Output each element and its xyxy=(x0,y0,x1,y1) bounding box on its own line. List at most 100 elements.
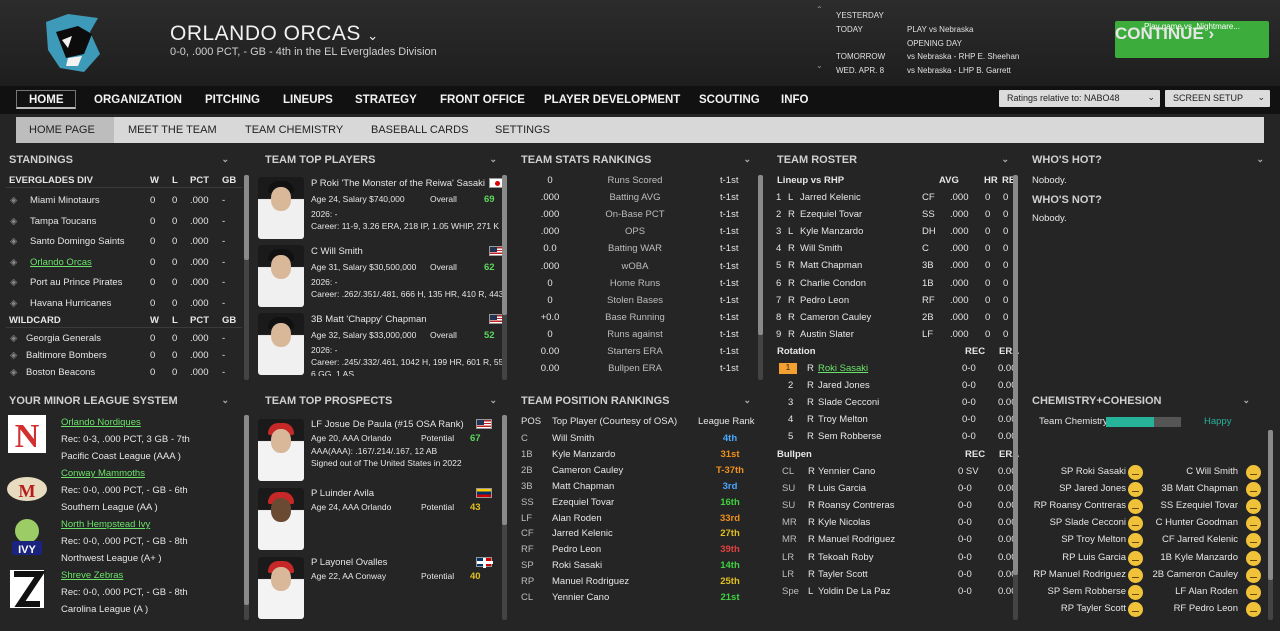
chevron-down-icon[interactable]: ⌄ xyxy=(816,62,823,70)
player-link[interactable]: Matt Chapman xyxy=(552,481,614,492)
player-link[interactable]: Kyle Manzardo xyxy=(552,449,615,460)
player-link[interactable]: Jarred Kelenic xyxy=(800,192,861,203)
subnav-meet-the-team[interactable]: MEET THE TEAM xyxy=(128,124,217,136)
chevron-down-icon[interactable]: ⌄ xyxy=(1001,154,1009,165)
zebras-logo[interactable] xyxy=(6,568,48,610)
pitcher-link[interactable]: Yennier Cano xyxy=(818,466,875,477)
player-link[interactable]: Kyle Manzardo xyxy=(800,226,863,237)
standings-scrollbar[interactable] xyxy=(244,175,249,380)
pitcher-link[interactable]: Troy Melton xyxy=(818,414,868,425)
player-link[interactable]: Pedro Leon xyxy=(800,295,849,306)
chevron-down-icon[interactable]: ⌄ xyxy=(489,154,497,165)
pitcher-link[interactable]: Roki Sasaki xyxy=(818,363,868,374)
nordiques-logo[interactable]: N xyxy=(6,413,48,455)
ivy-logo[interactable]: IVY xyxy=(6,517,48,559)
top-players-scrollbar[interactable] xyxy=(502,175,507,380)
player-name-link[interactable]: C Will Smith xyxy=(311,246,491,257)
team-link[interactable]: Havana Hurricanes xyxy=(30,298,111,309)
player-name-link[interactable]: 3B Matt 'Chappy' Chapman xyxy=(311,314,491,325)
player-link[interactable]: Yennier Cano xyxy=(552,592,609,603)
team-name[interactable]: ORLANDO ORCAS ⌄ xyxy=(170,22,379,46)
player-link[interactable]: Manuel Rodriguez xyxy=(552,576,629,587)
chem-player-link[interactable]: LF Alan Roden xyxy=(1140,586,1238,597)
chem-player-link[interactable]: 3B Matt Chapman xyxy=(1140,483,1238,494)
nav-lineups[interactable]: LINEUPS xyxy=(283,94,333,106)
pitcher-link[interactable]: Tayler Scott xyxy=(818,569,868,580)
prospect-photo[interactable] xyxy=(258,419,304,481)
player-link[interactable]: Jarred Kelenic xyxy=(552,528,613,539)
team-link[interactable]: Orlando Orcas xyxy=(30,257,92,268)
nav-front-office[interactable]: FRONT OFFICE xyxy=(440,94,525,106)
player-link[interactable]: Matt Chapman xyxy=(800,260,862,271)
pitcher-link[interactable]: Tekoah Roby xyxy=(818,552,873,563)
nav-pitching[interactable]: PITCHING xyxy=(205,94,260,106)
chem-player-link[interactable]: C Will Smith xyxy=(1140,466,1238,477)
player-link[interactable]: Charlie Condon xyxy=(800,278,866,289)
player-link[interactable]: Austin Slater xyxy=(800,329,854,340)
chem-player-link[interactable]: SP Sem Robberse xyxy=(1028,586,1126,597)
nav-organization[interactable]: ORGANIZATION xyxy=(94,94,182,106)
subnav-team-chemistry[interactable]: TEAM CHEMISTRY xyxy=(245,124,343,136)
nav-info[interactable]: INFO xyxy=(781,94,808,106)
pitcher-link[interactable]: Slade Cecconi xyxy=(818,397,879,408)
nav-player-development[interactable]: PLAYER DEVELOPMENT xyxy=(544,94,680,106)
prospect-photo[interactable] xyxy=(258,557,304,619)
player-name-link[interactable]: P Roki 'The Monster of the Reiwa' Sasaki xyxy=(311,178,491,189)
chevron-down-icon[interactable]: ⌄ xyxy=(1256,154,1264,165)
roster-scrollbar[interactable] xyxy=(1013,175,1018,620)
nav-scouting[interactable]: SCOUTING xyxy=(699,94,760,106)
team-link[interactable]: Baltimore Bombers xyxy=(26,350,107,361)
player-link[interactable]: Ezequiel Tovar xyxy=(552,497,614,508)
team-link[interactable]: Boston Beacons xyxy=(26,367,95,378)
pitcher-link[interactable]: Jared Jones xyxy=(818,380,870,391)
team-link[interactable]: Tampa Toucans xyxy=(30,216,96,227)
chevron-down-icon[interactable]: ⌄ xyxy=(1242,395,1250,406)
chem-player-link[interactable]: CF Jarred Kelenic xyxy=(1140,534,1238,545)
chem-player-link[interactable]: RP Tayler Scott xyxy=(1028,603,1126,614)
chevron-down-icon[interactable]: ⌄ xyxy=(221,154,229,165)
chevron-down-icon[interactable]: ⌄ xyxy=(367,28,378,43)
prospect-photo[interactable] xyxy=(258,488,304,550)
affiliate-link[interactable]: Orlando Nordiques xyxy=(61,417,141,428)
chevron-down-icon[interactable]: ⌄ xyxy=(743,395,751,406)
chem-player-link[interactable]: SP Jared Jones xyxy=(1028,483,1126,494)
team-link[interactable]: Santo Domingo Saints xyxy=(30,236,125,247)
affiliate-link[interactable]: Conway Mammoths xyxy=(61,468,145,479)
player-link[interactable]: Ezequiel Tovar xyxy=(800,209,862,220)
player-link[interactable]: Will Smith xyxy=(800,243,842,254)
chem-player-link[interactable]: SP Slade Cecconi xyxy=(1028,517,1126,528)
prospect-name-link[interactable]: P Luinder Avila xyxy=(311,488,476,499)
chem-player-link[interactable]: SS Ezequiel Tovar xyxy=(1140,500,1238,511)
pitcher-link[interactable]: Kyle Nicolas xyxy=(818,517,870,528)
chem-player-link[interactable]: RP Roansy Contreras xyxy=(1028,500,1126,511)
ratings-relative-dropdown[interactable]: Ratings relative to: NABO48 ⌄ xyxy=(999,90,1160,107)
minors-scrollbar[interactable] xyxy=(244,415,249,620)
chem-player-link[interactable]: 2B Cameron Cauley xyxy=(1140,569,1238,580)
pitcher-link[interactable]: Yoldin De La Paz xyxy=(818,586,891,597)
team-link[interactable]: Port au Prince Pirates xyxy=(30,277,122,288)
screen-setup-dropdown[interactable]: SCREEN SETUP ⌄ xyxy=(1165,90,1270,107)
team-link[interactable]: Miami Minotaurs xyxy=(30,195,100,206)
player-link[interactable]: Pedro Leon xyxy=(552,544,601,555)
pitcher-link[interactable]: Manuel Rodriguez xyxy=(818,534,895,545)
prospect-name-link[interactable]: P Layonel Ovalles xyxy=(311,557,476,568)
player-link[interactable]: Roki Sasaki xyxy=(552,560,602,571)
player-photo[interactable] xyxy=(258,177,304,239)
affiliate-link[interactable]: North Hempstead Ivy xyxy=(61,519,150,530)
chem-player-link[interactable]: RP Manuel Rodriguez xyxy=(1028,569,1126,580)
chevron-down-icon[interactable]: ⌄ xyxy=(743,154,751,165)
chem-player-link[interactable]: 1B Kyle Manzardo xyxy=(1140,552,1238,563)
chem-player-link[interactable]: SP Roki Sasaki xyxy=(1028,466,1126,477)
chevron-up-icon[interactable]: ⌃ xyxy=(816,6,823,14)
chem-player-link[interactable]: C Hunter Goodman xyxy=(1140,517,1238,528)
player-link[interactable]: Cameron Cauley xyxy=(552,465,623,476)
chem-player-link[interactable]: SP Troy Melton xyxy=(1028,534,1126,545)
subnav-home-page[interactable]: HOME PAGE xyxy=(29,124,95,136)
mammoths-logo[interactable]: M xyxy=(6,467,48,509)
chevron-down-icon[interactable]: ⌄ xyxy=(489,395,497,406)
prospect-name-link[interactable]: LF Josue De Paula (#15 OSA Rank) xyxy=(311,419,476,430)
chemistry-scrollbar[interactable] xyxy=(1268,430,1273,620)
chem-player-link[interactable]: RF Pedro Leon xyxy=(1140,603,1238,614)
player-link[interactable]: Cameron Cauley xyxy=(800,312,871,323)
continue-button[interactable]: CONTINUE › Play game vs. Nightmare... xyxy=(1115,21,1269,58)
